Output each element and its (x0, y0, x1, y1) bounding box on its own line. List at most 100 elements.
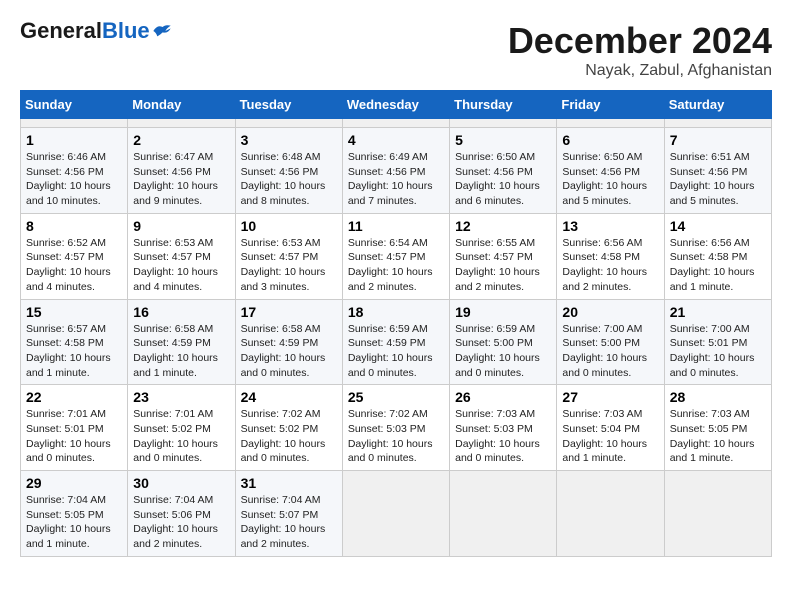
page-header: GeneralBlue December 2024 Nayak, Zabul, … (20, 20, 772, 80)
day-number: 22 (26, 389, 122, 405)
day-info: Sunrise: 7:03 AM Sunset: 5:04 PM Dayligh… (562, 407, 658, 466)
day-number: 16 (133, 304, 229, 320)
day-number: 7 (670, 132, 766, 148)
logo-general: General (20, 18, 102, 43)
table-cell: 24 Sunrise: 7:02 AM Sunset: 5:02 PM Dayl… (235, 385, 342, 471)
table-cell: 30 Sunrise: 7:04 AM Sunset: 5:06 PM Dayl… (128, 471, 235, 557)
table-cell: 1 Sunrise: 6:46 AM Sunset: 4:56 PM Dayli… (21, 128, 128, 214)
table-cell: 9 Sunrise: 6:53 AM Sunset: 4:57 PM Dayli… (128, 213, 235, 299)
calendar-week-2: 1 Sunrise: 6:46 AM Sunset: 4:56 PM Dayli… (21, 128, 772, 214)
day-info: Sunrise: 6:50 AM Sunset: 4:56 PM Dayligh… (562, 150, 658, 209)
day-info: Sunrise: 6:56 AM Sunset: 4:58 PM Dayligh… (562, 236, 658, 295)
table-cell (557, 471, 664, 557)
day-number: 18 (348, 304, 444, 320)
table-cell: 27 Sunrise: 7:03 AM Sunset: 5:04 PM Dayl… (557, 385, 664, 471)
day-info: Sunrise: 6:53 AM Sunset: 4:57 PM Dayligh… (241, 236, 337, 295)
table-cell: 20 Sunrise: 7:00 AM Sunset: 5:00 PM Dayl… (557, 299, 664, 385)
table-cell: 12 Sunrise: 6:55 AM Sunset: 4:57 PM Dayl… (450, 213, 557, 299)
day-number: 31 (241, 475, 337, 491)
day-number: 19 (455, 304, 551, 320)
day-info: Sunrise: 6:55 AM Sunset: 4:57 PM Dayligh… (455, 236, 551, 295)
location-title: Nayak, Zabul, Afghanistan (508, 62, 772, 80)
day-info: Sunrise: 6:59 AM Sunset: 5:00 PM Dayligh… (455, 322, 551, 381)
table-cell: 10 Sunrise: 6:53 AM Sunset: 4:57 PM Dayl… (235, 213, 342, 299)
table-cell: 3 Sunrise: 6:48 AM Sunset: 4:56 PM Dayli… (235, 128, 342, 214)
day-info: Sunrise: 6:46 AM Sunset: 4:56 PM Dayligh… (26, 150, 122, 209)
day-number: 20 (562, 304, 658, 320)
calendar-header-row: Sunday Monday Tuesday Wednesday Thursday… (21, 91, 772, 119)
day-number: 6 (562, 132, 658, 148)
table-cell: 21 Sunrise: 7:00 AM Sunset: 5:01 PM Dayl… (664, 299, 771, 385)
calendar-table: Sunday Monday Tuesday Wednesday Thursday… (20, 90, 772, 557)
day-number: 13 (562, 218, 658, 234)
day-number: 25 (348, 389, 444, 405)
day-info: Sunrise: 7:03 AM Sunset: 5:05 PM Dayligh… (670, 407, 766, 466)
day-info: Sunrise: 6:57 AM Sunset: 4:58 PM Dayligh… (26, 322, 122, 381)
day-info: Sunrise: 6:52 AM Sunset: 4:57 PM Dayligh… (26, 236, 122, 295)
table-cell: 31 Sunrise: 7:04 AM Sunset: 5:07 PM Dayl… (235, 471, 342, 557)
day-info: Sunrise: 6:58 AM Sunset: 4:59 PM Dayligh… (241, 322, 337, 381)
table-cell (557, 119, 664, 128)
day-number: 28 (670, 389, 766, 405)
day-number: 14 (670, 218, 766, 234)
header-monday: Monday (128, 91, 235, 119)
day-number: 5 (455, 132, 551, 148)
table-cell: 28 Sunrise: 7:03 AM Sunset: 5:05 PM Dayl… (664, 385, 771, 471)
day-info: Sunrise: 6:59 AM Sunset: 4:59 PM Dayligh… (348, 322, 444, 381)
table-cell (664, 119, 771, 128)
calendar-week-1 (21, 119, 772, 128)
table-cell: 6 Sunrise: 6:50 AM Sunset: 4:56 PM Dayli… (557, 128, 664, 214)
day-info: Sunrise: 7:00 AM Sunset: 5:01 PM Dayligh… (670, 322, 766, 381)
table-cell (235, 119, 342, 128)
table-cell: 13 Sunrise: 6:56 AM Sunset: 4:58 PM Dayl… (557, 213, 664, 299)
day-info: Sunrise: 6:56 AM Sunset: 4:58 PM Dayligh… (670, 236, 766, 295)
day-number: 12 (455, 218, 551, 234)
month-title: December 2024 (508, 20, 772, 62)
table-cell: 14 Sunrise: 6:56 AM Sunset: 4:58 PM Dayl… (664, 213, 771, 299)
title-area: December 2024 Nayak, Zabul, Afghanistan (508, 20, 772, 80)
day-info: Sunrise: 7:04 AM Sunset: 5:05 PM Dayligh… (26, 493, 122, 552)
table-cell: 17 Sunrise: 6:58 AM Sunset: 4:59 PM Dayl… (235, 299, 342, 385)
header-sunday: Sunday (21, 91, 128, 119)
table-cell: 15 Sunrise: 6:57 AM Sunset: 4:58 PM Dayl… (21, 299, 128, 385)
table-cell (664, 471, 771, 557)
day-info: Sunrise: 7:02 AM Sunset: 5:03 PM Dayligh… (348, 407, 444, 466)
day-number: 1 (26, 132, 122, 148)
header-friday: Friday (557, 91, 664, 119)
day-info: Sunrise: 7:04 AM Sunset: 5:07 PM Dayligh… (241, 493, 337, 552)
day-number: 10 (241, 218, 337, 234)
table-cell (342, 471, 449, 557)
day-number: 30 (133, 475, 229, 491)
table-cell: 26 Sunrise: 7:03 AM Sunset: 5:03 PM Dayl… (450, 385, 557, 471)
day-info: Sunrise: 6:48 AM Sunset: 4:56 PM Dayligh… (241, 150, 337, 209)
day-info: Sunrise: 7:04 AM Sunset: 5:06 PM Dayligh… (133, 493, 229, 552)
day-info: Sunrise: 6:54 AM Sunset: 4:57 PM Dayligh… (348, 236, 444, 295)
calendar-week-5: 22 Sunrise: 7:01 AM Sunset: 5:01 PM Dayl… (21, 385, 772, 471)
day-number: 3 (241, 132, 337, 148)
day-number: 15 (26, 304, 122, 320)
day-info: Sunrise: 6:58 AM Sunset: 4:59 PM Dayligh… (133, 322, 229, 381)
table-cell (450, 471, 557, 557)
table-cell: 23 Sunrise: 7:01 AM Sunset: 5:02 PM Dayl… (128, 385, 235, 471)
table-cell: 29 Sunrise: 7:04 AM Sunset: 5:05 PM Dayl… (21, 471, 128, 557)
table-cell: 19 Sunrise: 6:59 AM Sunset: 5:00 PM Dayl… (450, 299, 557, 385)
calendar-week-3: 8 Sunrise: 6:52 AM Sunset: 4:57 PM Dayli… (21, 213, 772, 299)
day-number: 21 (670, 304, 766, 320)
day-info: Sunrise: 7:01 AM Sunset: 5:01 PM Dayligh… (26, 407, 122, 466)
day-info: Sunrise: 6:47 AM Sunset: 4:56 PM Dayligh… (133, 150, 229, 209)
table-cell: 16 Sunrise: 6:58 AM Sunset: 4:59 PM Dayl… (128, 299, 235, 385)
calendar-week-4: 15 Sunrise: 6:57 AM Sunset: 4:58 PM Dayl… (21, 299, 772, 385)
day-number: 2 (133, 132, 229, 148)
header-saturday: Saturday (664, 91, 771, 119)
logo-blue: Blue (102, 18, 150, 43)
table-cell: 5 Sunrise: 6:50 AM Sunset: 4:56 PM Dayli… (450, 128, 557, 214)
day-info: Sunrise: 7:00 AM Sunset: 5:00 PM Dayligh… (562, 322, 658, 381)
day-number: 4 (348, 132, 444, 148)
day-number: 9 (133, 218, 229, 234)
table-cell (128, 119, 235, 128)
table-cell: 7 Sunrise: 6:51 AM Sunset: 4:56 PM Dayli… (664, 128, 771, 214)
day-info: Sunrise: 6:53 AM Sunset: 4:57 PM Dayligh… (133, 236, 229, 295)
day-number: 27 (562, 389, 658, 405)
day-info: Sunrise: 6:49 AM Sunset: 4:56 PM Dayligh… (348, 150, 444, 209)
table-cell: 8 Sunrise: 6:52 AM Sunset: 4:57 PM Dayli… (21, 213, 128, 299)
